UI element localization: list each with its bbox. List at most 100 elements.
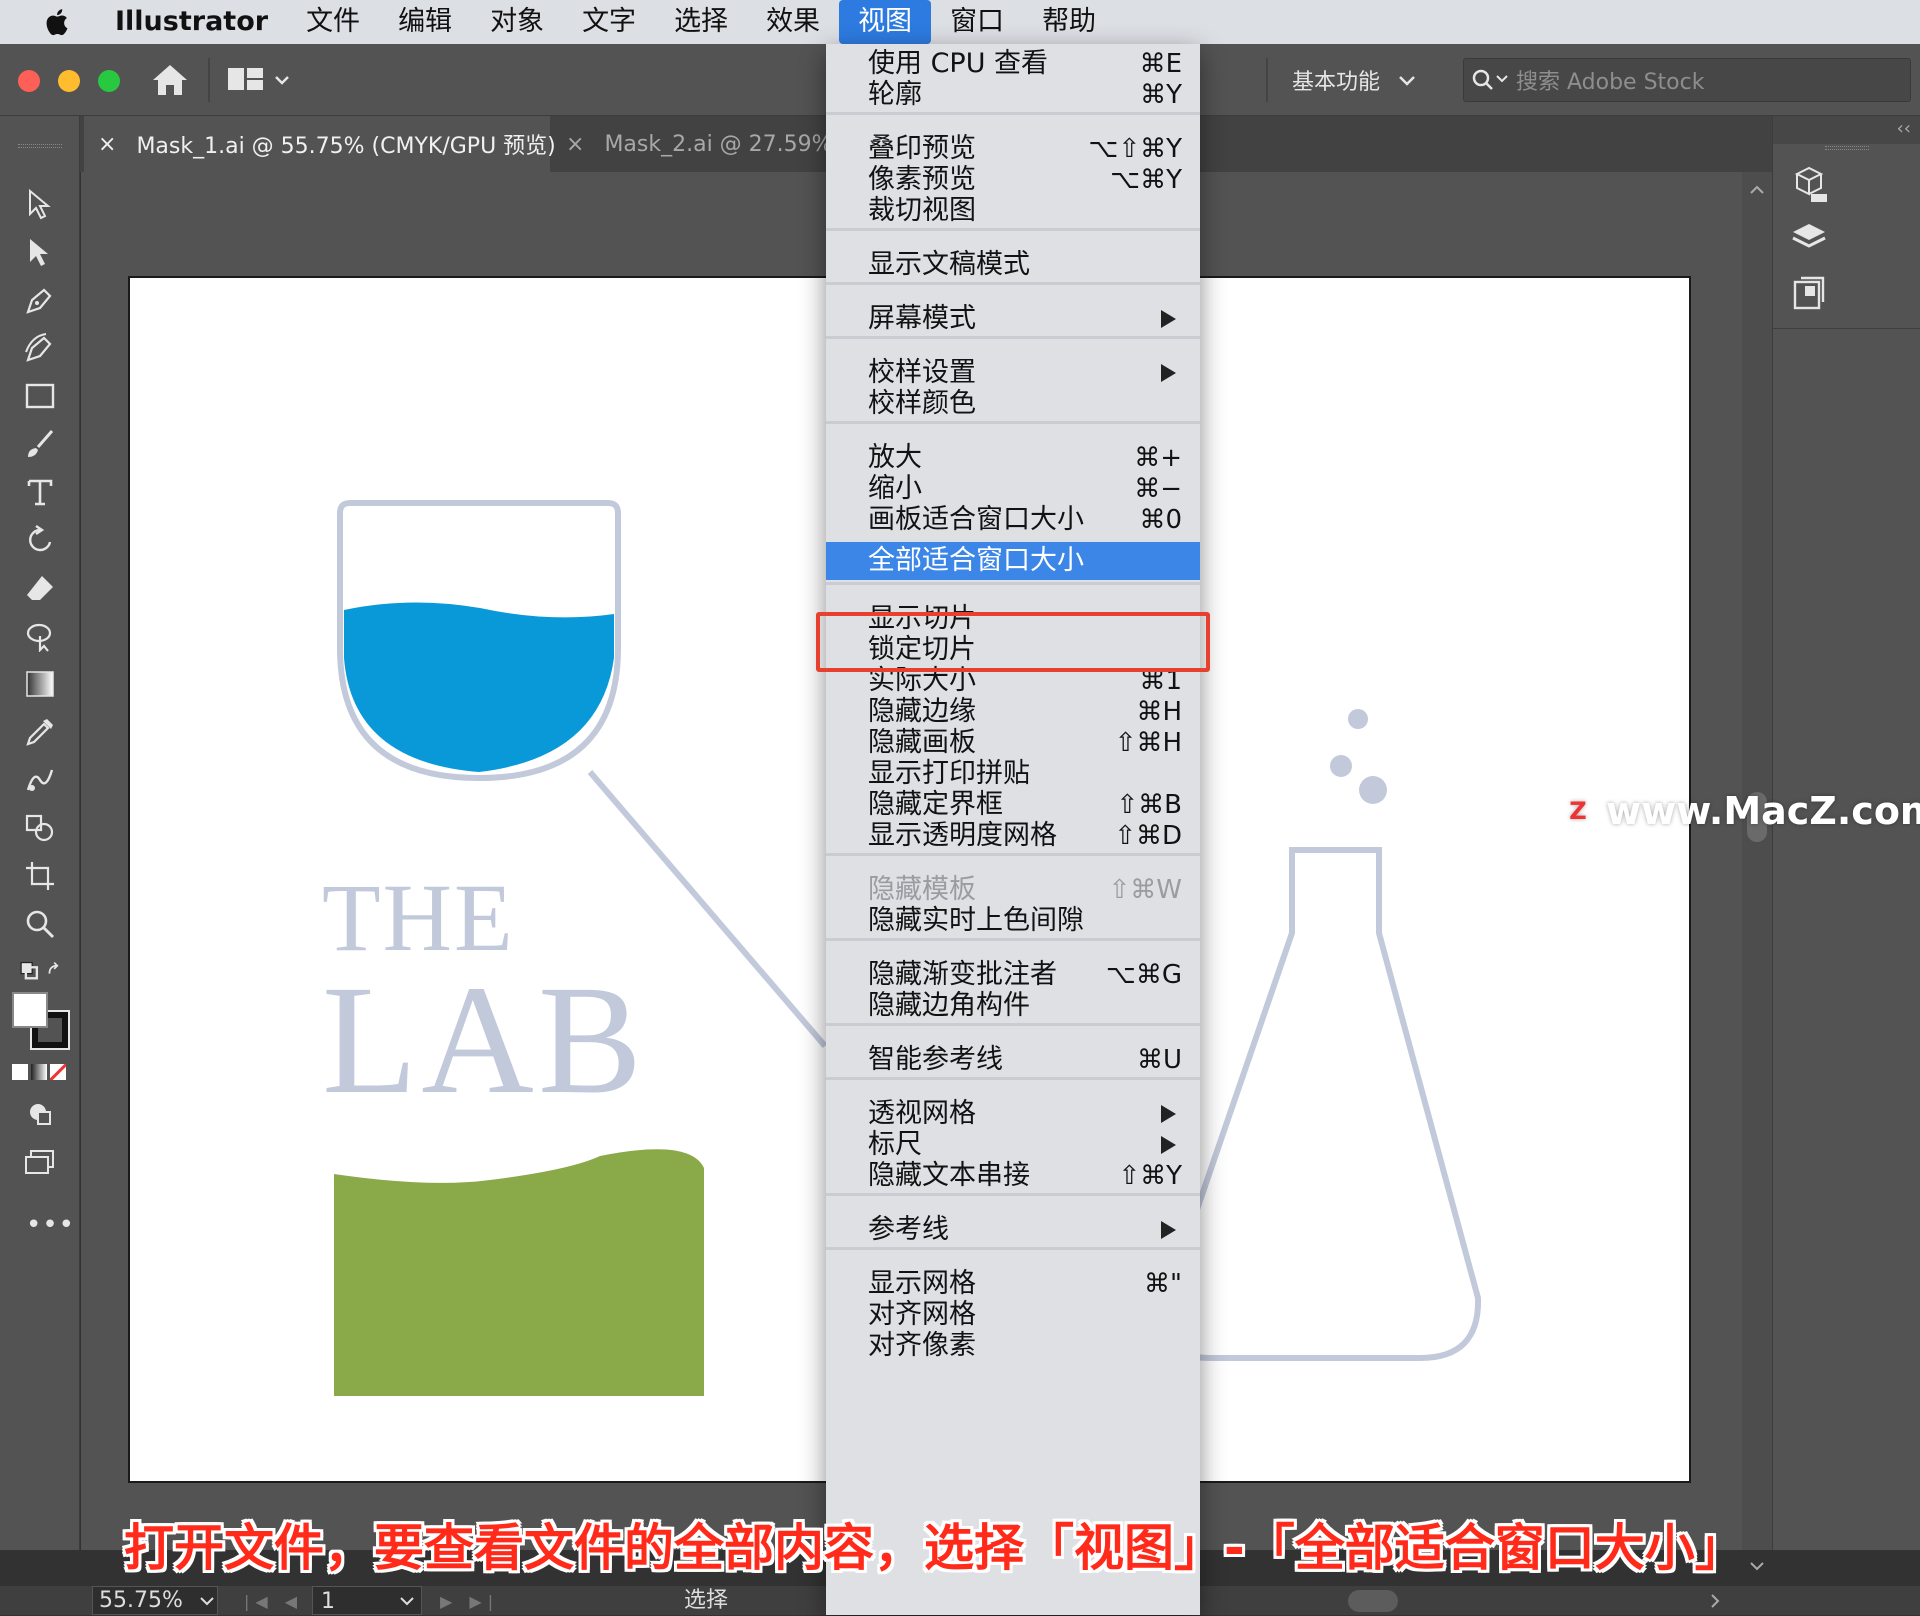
apple-logo-icon[interactable]: [42, 7, 70, 37]
workspace-label: 基本功能: [1292, 70, 1381, 95]
view-menu-item[interactable]: 裁切视图: [826, 192, 1200, 230]
tab-title: Mask_1.ai @ 55.75% (CMYK/GPU 预览): [136, 134, 556, 159]
gradient-tool-icon[interactable]: [18, 664, 62, 704]
view-menu-item[interactable]: 显示文稿模式: [826, 246, 1200, 284]
menu-edit[interactable]: 编辑: [379, 0, 471, 44]
next-last-artboard-icon[interactable]: ▶ ▶|: [440, 1592, 499, 1611]
curvature-tool-icon[interactable]: [18, 328, 62, 368]
divider: [1773, 328, 1920, 329]
menu-separator: [826, 336, 1200, 339]
menu-item-label: 显示透明度网格: [868, 820, 1057, 851]
menu-item-label: 显示文稿模式: [868, 249, 1030, 280]
zoom-tool-icon[interactable]: [18, 904, 62, 944]
artboard-tool-icon[interactable]: [18, 856, 62, 896]
view-menu-item[interactable]: 隐藏文本串接 ⇧⌘Y: [826, 1157, 1200, 1195]
close-window-button[interactable]: [18, 70, 40, 92]
view-menu-item[interactable]: 对齐像素: [826, 1327, 1200, 1365]
direct-selection-tool-icon[interactable]: [18, 232, 62, 272]
eraser-tool-icon[interactable]: [18, 568, 62, 608]
view-menu-item[interactable]: 轮廓 ⌘Y: [826, 76, 1200, 114]
rectangle-tool-icon[interactable]: [18, 376, 62, 416]
tab-mask-1[interactable]: × Mask_1.ai @ 55.75% (CMYK/GPU 预览): [84, 116, 556, 172]
tab-mask-2[interactable]: × Mask_2.ai @ 27.59% (C: [552, 116, 826, 172]
draw-mode-icon[interactable]: [18, 1094, 62, 1134]
search-icon: [1472, 69, 1508, 90]
view-menu-item[interactable]: 智能参考线 ⌘U: [826, 1041, 1200, 1079]
current-tool-label[interactable]: 选择: [684, 1586, 728, 1615]
bubble-medium: [1330, 755, 1352, 777]
menu-type[interactable]: 文字: [563, 0, 655, 44]
shape-builder-tool-icon[interactable]: [18, 808, 62, 848]
fill-swatch[interactable]: [12, 992, 48, 1028]
minimize-window-button[interactable]: [58, 70, 80, 92]
view-menu-item[interactable]: 校样颜色: [826, 385, 1200, 423]
menu-item-label: 轮廓: [868, 79, 922, 110]
menu-window[interactable]: 窗口: [931, 0, 1023, 44]
selection-tool-icon[interactable]: [18, 184, 62, 224]
fill-stroke-swatches[interactable]: [10, 990, 72, 1052]
menu-help[interactable]: 帮助: [1023, 0, 1115, 44]
menu-item-label: 智能参考线: [868, 1044, 1003, 1075]
menu-item-shortcut: ⌘0: [1139, 505, 1182, 535]
chevron-down-icon: [1399, 76, 1415, 86]
arrange-documents-icon[interactable]: [228, 66, 292, 94]
view-menu-item[interactable]: 屏幕模式: [826, 300, 1200, 338]
divider: [208, 58, 210, 102]
color-mode-buttons[interactable]: [12, 1064, 68, 1084]
menu-app-name[interactable]: Illustrator: [96, 0, 287, 44]
screen-mode-icon[interactable]: [18, 1142, 62, 1182]
zoom-level: 55.75%: [99, 1588, 183, 1613]
submenu-arrow-icon: [1161, 1136, 1176, 1154]
first-prev-artboard-icon[interactable]: |◀ ◀: [244, 1592, 303, 1611]
free-transform-tool-icon[interactable]: [18, 616, 62, 656]
view-menu-item[interactable]: 全部适合窗口大小: [826, 542, 1200, 580]
view-menu-item[interactable]: 隐藏边角构件: [826, 987, 1200, 1025]
tab-close-icon[interactable]: ×: [566, 132, 584, 157]
menu-separator: [826, 1247, 1200, 1250]
workspace-switcher[interactable]: 基本功能: [1292, 64, 1420, 96]
view-menu-item[interactable]: 参考线: [826, 1211, 1200, 1249]
panel-grip[interactable]: [18, 144, 62, 148]
menu-effect[interactable]: 效果: [747, 0, 839, 44]
menu-object[interactable]: 对象: [471, 0, 563, 44]
artboards-panel-icon[interactable]: [1791, 274, 1835, 314]
menu-separator: [826, 1023, 1200, 1026]
type-tool-icon[interactable]: [18, 472, 62, 512]
menu-separator: [826, 853, 1200, 856]
more-tools-icon[interactable]: •••: [26, 1210, 75, 1240]
menu-file[interactable]: 文件: [287, 0, 379, 44]
swap-fill-stroke-icon[interactable]: [18, 952, 62, 992]
submenu-arrow-icon: [1161, 1221, 1176, 1239]
layers-icon[interactable]: [1791, 220, 1835, 260]
view-menu-item[interactable]: 隐藏实时上色间隙: [826, 902, 1200, 940]
menu-item-shortcut: ⌘U: [1136, 1045, 1182, 1075]
view-menu-dropdown: 使用 CPU 查看 ⌘E 轮廓 ⌘Y 叠印预览 ⌥⇧⌘Y 像素预览 ⌥⌘Y 裁切视图 显示文稿模式…: [826, 44, 1200, 1615]
libraries-icon[interactable]: [1791, 164, 1835, 208]
scroll-up-icon[interactable]: [1747, 180, 1767, 200]
scroll-right-icon[interactable]: [1706, 1592, 1724, 1610]
pen-tool-icon[interactable]: [18, 280, 62, 320]
view-menu-item[interactable]: 显示透明度网格 ⇧⌘D: [826, 817, 1200, 855]
chevron-down-icon[interactable]: [198, 1594, 216, 1608]
rotate-tool-icon[interactable]: [18, 520, 62, 560]
panel-grip[interactable]: [1825, 146, 1869, 150]
stock-search-field[interactable]: 搜索 Adobe Stock: [1463, 58, 1911, 102]
menu-separator: [826, 421, 1200, 424]
search-placeholder: 搜索 Adobe Stock: [1516, 70, 1705, 95]
expand-panels-icon[interactable]: ‹‹: [1897, 118, 1911, 139]
blend-tool-icon[interactable]: [18, 760, 62, 800]
menu-item-label: 校样颜色: [868, 388, 976, 419]
view-menu-item[interactable]: 画板适合窗口大小 ⌘0: [826, 501, 1200, 539]
paintbrush-tool-icon[interactable]: [18, 424, 62, 464]
chevron-down-icon[interactable]: [398, 1594, 416, 1608]
zoom-window-button[interactable]: [98, 70, 120, 92]
menu-select[interactable]: 选择: [655, 0, 747, 44]
tab-close-icon[interactable]: ×: [98, 132, 116, 157]
vertical-scrollbar[interactable]: [1742, 172, 1772, 1571]
home-icon[interactable]: [150, 62, 190, 98]
horizontal-scroll-thumb[interactable]: [1348, 1590, 1398, 1612]
submenu-arrow-icon: [1161, 310, 1176, 328]
menu-separator: [826, 1077, 1200, 1080]
menu-view[interactable]: 视图: [839, 0, 932, 44]
eyedropper-tool-icon[interactable]: [18, 712, 62, 752]
